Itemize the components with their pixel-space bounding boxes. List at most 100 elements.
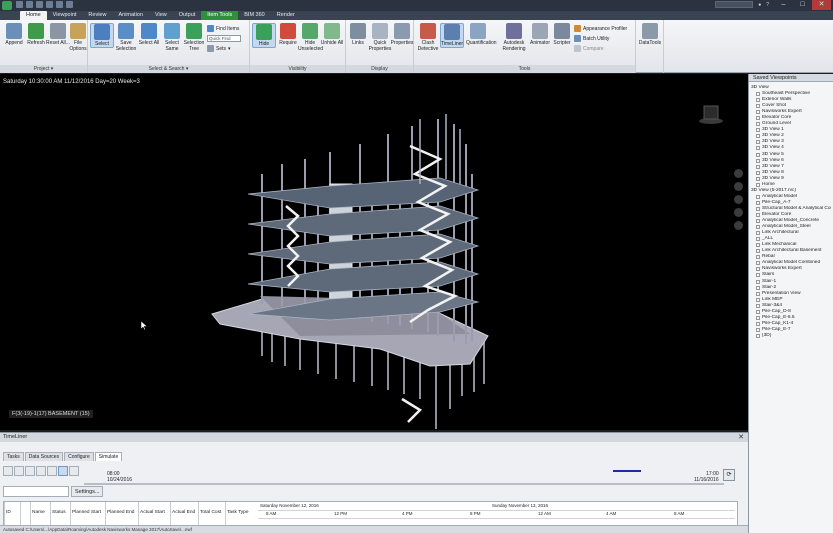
append-icon [6,23,22,39]
undo-icon[interactable] [56,1,63,8]
quick-properties-button[interactable]: Quick Properties [368,23,392,52]
pause-icon[interactable] [47,466,57,476]
play-icon[interactable] [58,466,68,476]
timeliner-icon [444,24,460,40]
minimize-button[interactable]: – [774,0,793,10]
tab-render[interactable]: Render [271,11,301,20]
column-header[interactable]: Actual Start [140,510,165,515]
tab-output[interactable]: Output [173,11,202,20]
column-header[interactable]: Planned Start [72,510,101,515]
column-header[interactable]: Planned End [107,510,134,515]
timeliner-close-button[interactable]: ✕ [738,433,744,442]
viewpoint-icon [756,309,760,314]
append-button[interactable]: Append [2,23,26,46]
tab-item-tools[interactable]: Item Tools [201,11,239,20]
require-button[interactable]: Require [276,23,300,46]
selection-tree-button[interactable]: Selection Tree [182,23,206,52]
save-icon[interactable] [36,1,43,8]
hide-unselected-button[interactable]: Hide Unselected [298,23,323,52]
step-back-icon[interactable] [14,466,24,476]
tab-review[interactable]: Review [82,11,112,20]
file-options-button[interactable]: File Options [66,23,90,52]
viewcube-icon[interactable] [698,103,724,125]
select-button[interactable]: Select [90,23,114,48]
pan-icon[interactable] [734,182,743,191]
help-icon[interactable]: ? [766,2,769,8]
user-icon[interactable]: ● [758,2,761,8]
column-header[interactable]: Task Type [227,510,249,515]
project-panel-title[interactable]: Project ▾ [0,65,87,73]
settings-button[interactable]: Settings... [71,486,104,497]
maximize-button[interactable]: □ [793,0,812,10]
tab-view[interactable]: View [149,11,173,20]
tab-bim360[interactable]: BIM 360 [238,11,270,20]
tab-data-sources[interactable]: Data Sources [24,452,64,461]
save-selection-button[interactable]: Save Selection [114,23,138,52]
app-logo-icon[interactable] [2,1,12,10]
quick-find-input[interactable]: Quick Find [207,35,241,42]
rewind-icon[interactable] [3,466,13,476]
display-panel-title: Display [346,65,413,73]
select-same-button[interactable]: Select Same [160,23,184,52]
tab-configure[interactable]: Configure [64,452,94,461]
batch-utility-button[interactable]: Batch Utility [574,35,609,42]
clash-detective-button[interactable]: Clash Detective [416,23,440,52]
timeliner-button[interactable]: TimeLiner [440,23,464,48]
quantification-button[interactable]: Quantification [466,23,497,46]
column-header[interactable]: Name [32,510,45,515]
3d-viewport[interactable]: Saturday 10:30:00 AM 11/12/2016 Day=20 W… [0,74,748,430]
close-button[interactable]: ✕ [812,0,831,10]
tab-animation[interactable]: Animation [112,11,148,20]
open-file-icon[interactable] [26,1,33,8]
properties-button[interactable]: Properties [390,23,414,46]
column-header[interactable]: ID [6,510,11,515]
current-time-marker[interactable] [613,470,641,472]
select-search-panel-title[interactable]: Select & Search ▾ [88,65,249,73]
compare-button[interactable]: Compare [574,45,604,52]
export-animation-icon[interactable]: ⟳ [723,469,735,481]
autodesk-rendering-button[interactable]: Autodesk Rendering [502,23,526,52]
animator-button[interactable]: Animator [528,23,552,46]
reset-icon [50,23,66,39]
links-button[interactable]: Links [346,23,370,46]
column-header[interactable]: Total Cost [200,510,221,515]
steeringwheel-icon[interactable] [734,169,743,178]
viewpoint-item[interactable]: {3D} [751,333,831,339]
simulation-start: 08:00 10/24/2016 [107,471,133,483]
column-header[interactable]: Actual End [172,510,195,515]
tab-viewpoint[interactable]: Viewpoint [47,11,83,20]
hide-button[interactable]: Hide [252,23,276,48]
building-model[interactable] [0,74,748,430]
tab-home[interactable]: Home [20,11,47,20]
tools-panel-title: Tools [414,65,635,73]
compare-icon [574,45,581,52]
quick-find-row: Quick Find [207,35,241,42]
column-header[interactable]: Status [52,510,66,515]
refresh-button[interactable]: Refresh [24,23,48,46]
select-all-button[interactable]: Select All [137,23,161,46]
walk-icon[interactable] [734,221,743,230]
find-items-button[interactable]: Find Items [207,25,239,32]
simulation-slider[interactable] [84,483,724,485]
appearance-profiler-button[interactable]: Appearance Profiler [574,25,627,32]
gantt-hour-label: 8 AM [674,511,685,516]
select-all-icon [141,23,157,39]
project-panel: Append Refresh Reset All... File Options… [0,20,88,73]
stop-icon[interactable] [36,466,46,476]
task-filter-dropdown[interactable] [3,486,69,497]
new-file-icon[interactable] [16,1,23,8]
step-forward-icon[interactable] [69,466,79,476]
datatools-button[interactable]: DataTools [638,23,662,46]
tab-tasks[interactable]: Tasks [3,452,24,461]
display-panel: Links Quick Properties Properties Displa… [346,20,414,73]
play-reverse-icon[interactable] [25,466,35,476]
scripter-button[interactable]: Scripter [550,23,574,46]
sets-dropdown[interactable]: Sets ▾ [207,45,231,52]
orbit-icon[interactable] [734,208,743,217]
print-icon[interactable] [46,1,53,8]
help-search-input[interactable] [715,1,754,8]
unhide-all-button[interactable]: Unhide All [320,23,344,46]
tab-simulate[interactable]: Simulate [94,452,123,461]
zoom-icon[interactable] [734,195,743,204]
redo-icon[interactable] [66,1,73,8]
